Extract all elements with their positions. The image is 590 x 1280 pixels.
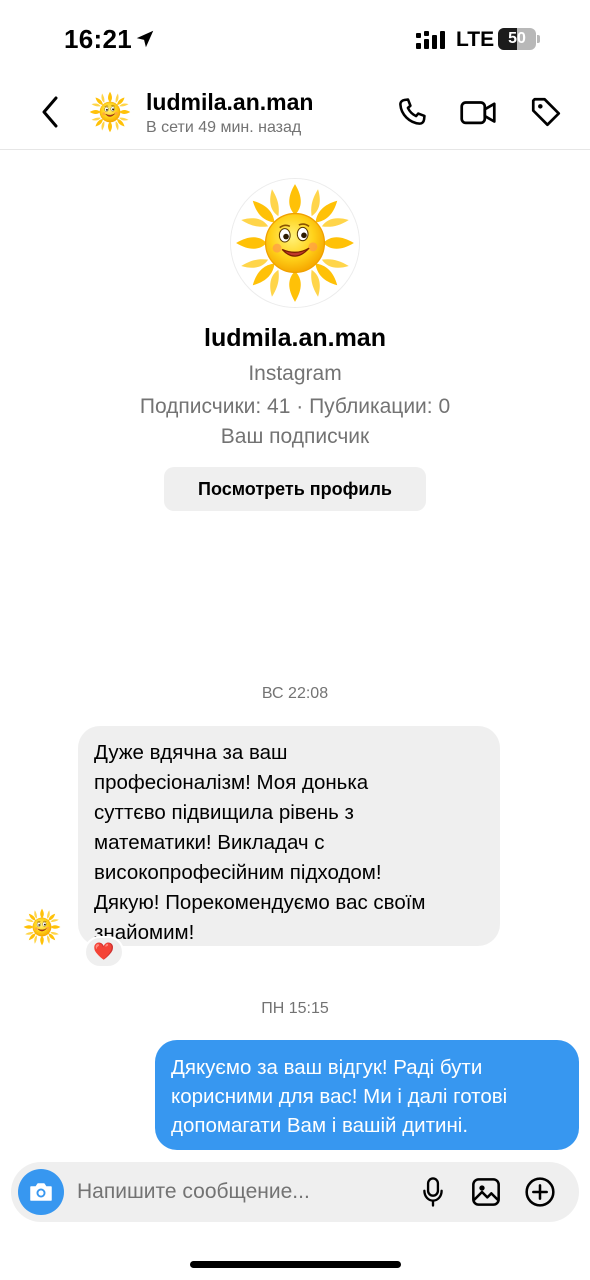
profile-platform: Instagram: [248, 362, 342, 385]
message-input[interactable]: [77, 1171, 397, 1213]
back-chevron-icon: [42, 96, 58, 128]
label-button[interactable]: [526, 92, 566, 132]
incoming-message-bubble[interactable]: Дуже вдячна за ваш професіоналізм! Моя д…: [78, 726, 500, 946]
back-button[interactable]: [30, 92, 70, 132]
video-camera-icon: [460, 101, 496, 125]
sender-avatar[interactable]: [22, 907, 62, 947]
tag-icon: [531, 97, 561, 127]
status-time: 16:21: [64, 24, 132, 54]
heart-reaction-icon: ❤️: [93, 942, 115, 961]
profile-avatar[interactable]: [230, 178, 360, 308]
view-profile-button[interactable]: Посмотреть профиль: [164, 467, 426, 511]
profile-relation: Ваш подписчик: [220, 425, 370, 448]
signal-icon: [416, 31, 445, 49]
network-label: LTE: [456, 28, 495, 51]
more-options-button[interactable]: [521, 1173, 559, 1211]
battery-icon: 50: [498, 28, 540, 50]
header-active-status: В сети 49 мин. назад: [146, 119, 302, 136]
chat-header: ludmila.an.man В сети 49 мин. назад: [0, 80, 590, 150]
profile-stats: Подписчики: 41 · Публикации: 0: [139, 395, 451, 418]
video-call-button[interactable]: [458, 92, 498, 132]
gallery-icon: [472, 1178, 500, 1206]
profile-username: ludmila.an.man: [204, 324, 386, 352]
outgoing-message-text: Дякуємо за ваш відгук! Раді бути корисни…: [171, 1056, 508, 1137]
header-avatar[interactable]: [88, 90, 132, 134]
message-timestamp: ВС 22:08: [261, 685, 329, 702]
home-indicator[interactable]: [190, 1261, 401, 1268]
reaction-badge[interactable]: ❤️: [84, 936, 124, 968]
location-arrow-icon: [136, 30, 154, 48]
camera-icon: [30, 1183, 52, 1201]
status-bar: 16:21 LTE 50: [0, 0, 590, 80]
voice-message-button[interactable]: [414, 1173, 452, 1211]
phone-icon: [399, 98, 426, 125]
gallery-button[interactable]: [467, 1173, 505, 1211]
message-timestamp: ПН 15:15: [261, 1000, 329, 1017]
battery-percent: 50: [508, 30, 526, 47]
plus-circle-icon: [525, 1177, 555, 1207]
outgoing-message-bubble[interactable]: Дякуємо за ваш відгук! Раді бути корисни…: [155, 1040, 579, 1150]
camera-button[interactable]: [18, 1169, 64, 1215]
header-username[interactable]: ludmila.an.man: [146, 89, 313, 116]
message-composer: [11, 1162, 579, 1222]
microphone-icon: [423, 1177, 443, 1207]
call-button[interactable]: [392, 92, 432, 132]
incoming-message-text: Дуже вдячна за ваш професіоналізм! Моя д…: [94, 741, 426, 944]
